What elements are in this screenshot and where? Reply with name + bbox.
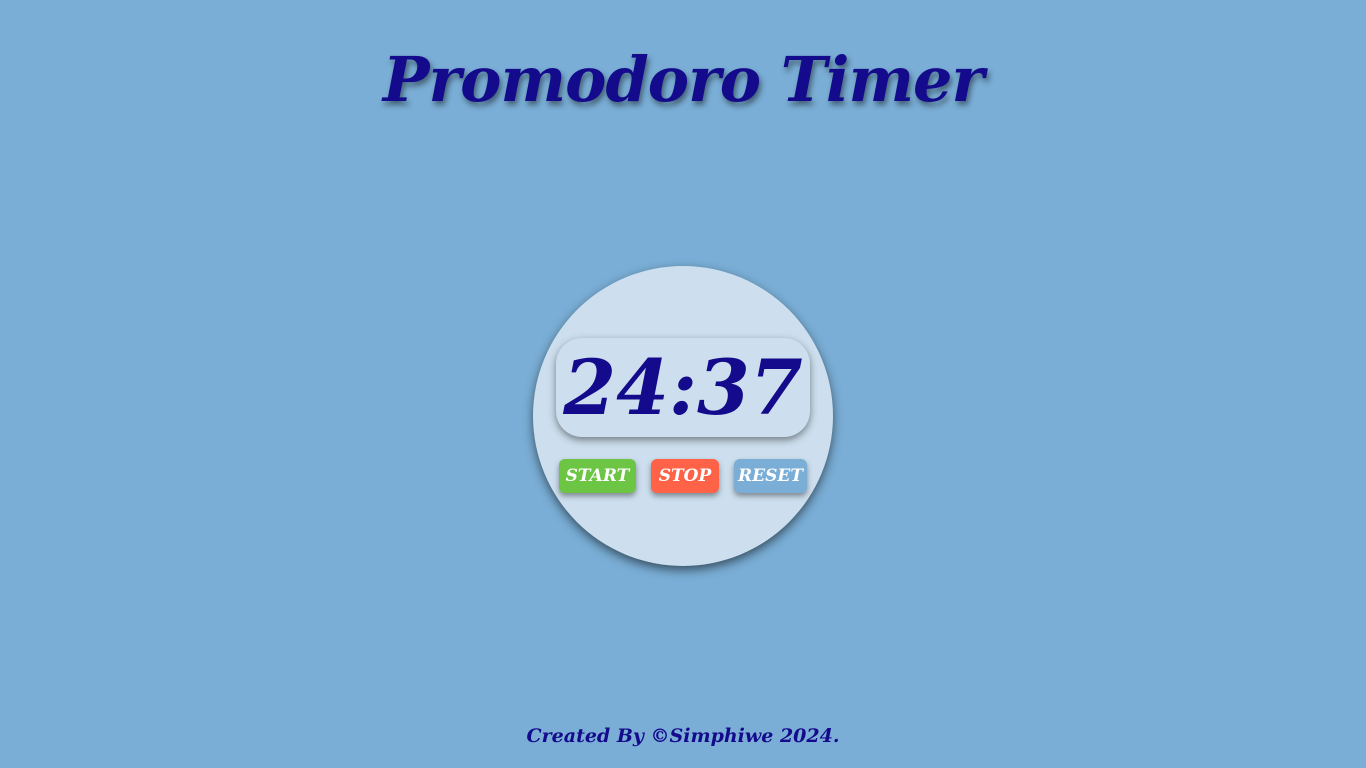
start-button[interactable]: START [559, 459, 636, 493]
time-display: 24:37 [556, 338, 810, 437]
footer-credit: Created By ©Simphiwe 2024. [526, 725, 840, 747]
page-title: Promodoro Timer [382, 43, 984, 116]
stop-button[interactable]: STOP [651, 459, 719, 493]
reset-button[interactable]: RESET [734, 459, 807, 493]
timer-circle: 24:37 START STOP RESET [533, 266, 833, 566]
